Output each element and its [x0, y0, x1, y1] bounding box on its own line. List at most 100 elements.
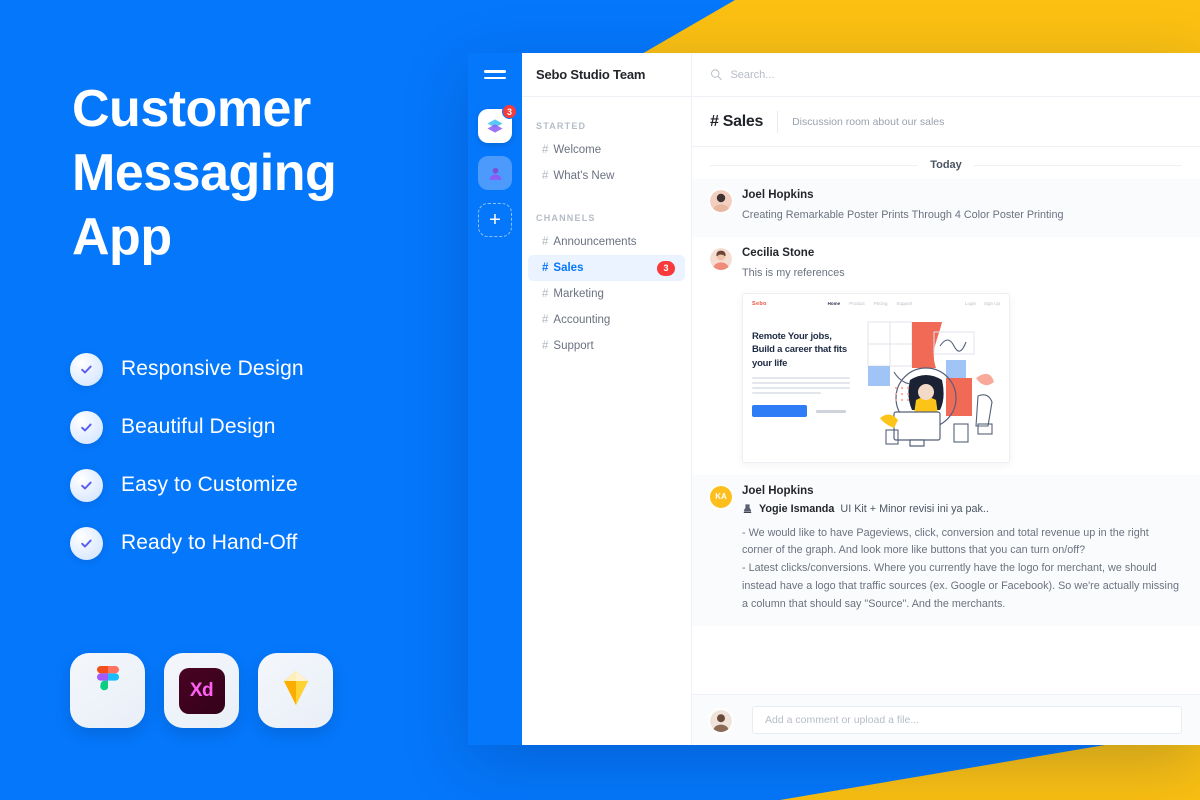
- embed-nav-link: Pricing: [873, 301, 888, 307]
- embed-nav-actions: Login Sign Up: [965, 301, 1000, 306]
- sidebar-item-marketing[interactable]: # Marketing: [528, 281, 685, 307]
- channel-header: # Sales Discussion room about our sales: [692, 97, 1200, 147]
- message-paragraph: - We would like to have Pageviews, click…: [742, 526, 1149, 557]
- sidebar-item-label: Support: [553, 340, 594, 352]
- feature-list: Responsive Design Beautiful Design Easy …: [70, 340, 304, 572]
- channel-title: # Sales: [710, 112, 764, 130]
- adobe-xd-icon: Xd: [178, 667, 225, 714]
- feature-label: Beautiful Design: [121, 415, 276, 438]
- message-author: Cecilia Stone: [742, 246, 815, 259]
- sidebar-item-accounting[interactable]: # Accounting: [528, 307, 685, 333]
- decoration-yellow-bottom: [780, 745, 1200, 800]
- embed-nav-link: Home: [827, 301, 841, 307]
- divider-line: [710, 164, 919, 166]
- embed-secondary-link: [816, 409, 846, 413]
- promo-panel: Customer Messaging App Responsive Design…: [0, 0, 470, 800]
- sidebar-header: Sebo Studio Team: [522, 53, 691, 97]
- search-bar[interactable]: [710, 68, 1182, 81]
- message-body: Cecilia Stone This is my references Sebo…: [742, 247, 1182, 463]
- sidebar-item-sales[interactable]: # Sales 3: [528, 255, 685, 281]
- divider: [777, 110, 779, 133]
- top-bar: [692, 53, 1200, 97]
- hash-icon: #: [542, 340, 549, 352]
- sidebar-item-label: Announcements: [553, 236, 637, 248]
- workspace-badge: 3: [502, 104, 517, 119]
- hash-icon: #: [542, 170, 549, 182]
- message-text: This is my references: [742, 266, 845, 279]
- embed-heading: Remote Your jobs, Build a career that fi…: [752, 330, 847, 369]
- sidebar-item-label: What's New: [553, 170, 615, 182]
- hash-icon: #: [542, 314, 549, 326]
- decoration-yellow-top: [640, 0, 1200, 55]
- workspace-item-layers[interactable]: 3: [478, 104, 517, 143]
- sidebar-item-label: Accounting: [553, 314, 611, 326]
- message-body: Joel Hopkins Yogie Ismanda UI Kit + Mino…: [742, 485, 1182, 614]
- stamp-icon: [743, 504, 752, 514]
- message-text: Creating Remarkable Poster Prints Throug…: [742, 209, 1064, 221]
- avatar: [710, 190, 732, 212]
- workspace-item-avatar[interactable]: [478, 156, 512, 190]
- workspace-avatar-icon: [489, 167, 501, 180]
- message-author: Joel Hopkins: [742, 189, 814, 201]
- team-name: Sebo Studio Team: [536, 67, 646, 82]
- sketch-badge: [258, 653, 333, 728]
- check-circle-icon: [70, 352, 103, 386]
- hash-icon: #: [542, 262, 549, 274]
- sidebar-item-announcements[interactable]: # Announcements: [528, 229, 685, 255]
- embed-copy: Remote Your jobs, Build a career that fi…: [752, 320, 850, 457]
- embed-paragraph-placeholder: [752, 377, 850, 395]
- embed-nav-link: Support: [896, 301, 913, 307]
- sidebar-item-welcome[interactable]: # Welcome: [528, 137, 685, 163]
- feature-label: Easy to Customize: [121, 473, 298, 496]
- figma-icon: [93, 666, 123, 715]
- sidebar-section-title-started: STARTED: [536, 121, 587, 131]
- check-circle-icon: [70, 468, 103, 502]
- message-list[interactable]: Today Joel Hopkins Creating Remarkable P…: [692, 147, 1200, 694]
- feature-label: Ready to Hand-Off: [121, 531, 298, 554]
- message-item: Joel Hopkins Creating Remarkable Poster …: [692, 179, 1200, 237]
- avatar: [710, 709, 732, 732]
- embed-nav-link: Product: [849, 301, 865, 307]
- adobe-xd-badge: Xd: [164, 653, 239, 728]
- feature-item: Easy to Customize: [70, 456, 304, 514]
- message-item: KA Joel Hopkins Yogie Ismanda UI Kit + M…: [692, 474, 1200, 626]
- feature-item: Ready to Hand-Off: [70, 514, 304, 572]
- sidebar-section-title-channels: CHANNELS: [536, 213, 596, 223]
- search-input[interactable]: [730, 68, 1182, 81]
- message-paragraph: - Latest clicks/conversions. Where you c…: [742, 562, 1179, 610]
- message-attachment-preview[interactable]: Sebo Home Product Pricing Support Login …: [742, 292, 1010, 463]
- app-badges: Xd: [70, 653, 333, 728]
- sidebar-item-label: Sales: [553, 262, 584, 274]
- app-window: 3 + Sebo Studio Team STARTED # Welcome #…: [468, 53, 1200, 745]
- message-quoted-line: Yogie Ismanda UI Kit + Minor revisi ini …: [742, 503, 1182, 515]
- sketch-icon: [276, 669, 316, 712]
- sidebar-item-whats-new[interactable]: # What's New: [528, 163, 685, 189]
- channel-subtitle: Discussion room about our sales: [792, 115, 945, 128]
- comment-input[interactable]: [752, 706, 1182, 734]
- embed-primary-button: [752, 405, 807, 418]
- message-author: Joel Hopkins: [742, 484, 814, 497]
- avatar: KA: [710, 485, 732, 508]
- quoted-text: UI Kit + Minor revisi ini ya pak..: [840, 502, 989, 515]
- message-item: Cecilia Stone This is my references Sebo…: [692, 237, 1200, 475]
- message-body: Joel Hopkins Creating Remarkable Poster …: [742, 189, 1182, 225]
- sidebar-item-support[interactable]: # Support: [528, 333, 685, 359]
- hamburger-icon[interactable]: [484, 66, 506, 83]
- figma-badge: [70, 653, 145, 728]
- hash-icon: #: [542, 144, 549, 156]
- embed-illustration: [850, 320, 1000, 457]
- workspace-layers-icon: [487, 119, 503, 133]
- embed-navbar: Sebo Home Product Pricing Support Login …: [743, 294, 1009, 314]
- composer: [692, 694, 1200, 745]
- day-separator: Today: [692, 147, 1200, 179]
- workspace-rail: 3 +: [468, 53, 522, 745]
- embed-nav-items: Home Product Pricing Support: [828, 301, 913, 306]
- feature-label: Responsive Design: [121, 357, 304, 380]
- embed-body: Remote Your jobs, Build a career that fi…: [743, 314, 1009, 457]
- add-workspace-button[interactable]: +: [478, 203, 512, 237]
- day-separator-label: Today: [930, 159, 962, 171]
- sidebar-item-label: Marketing: [553, 288, 604, 300]
- embed-cta-row: [752, 405, 850, 418]
- hash-icon: #: [542, 288, 549, 300]
- check-circle-icon: [70, 410, 103, 444]
